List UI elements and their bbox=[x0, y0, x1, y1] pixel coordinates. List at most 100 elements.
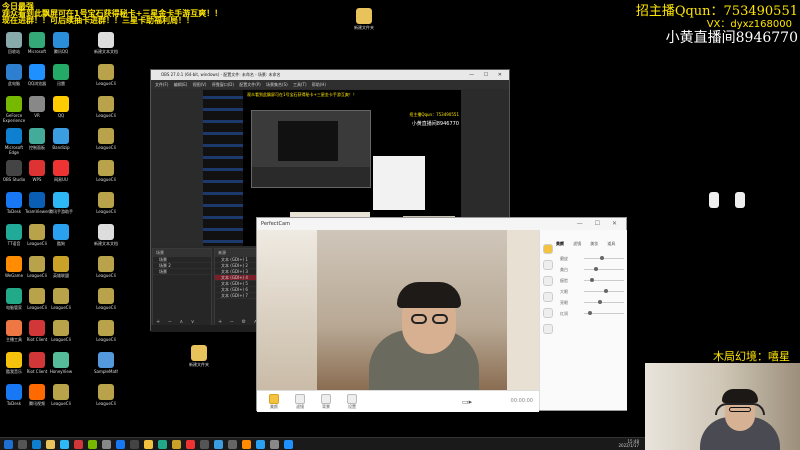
desktop-icon[interactable]: LeagueCli bbox=[25, 288, 49, 322]
slider-knob[interactable] bbox=[604, 289, 608, 293]
desktop-icon[interactable]: LeagueCli bbox=[94, 128, 118, 162]
edge-icon[interactable] bbox=[32, 440, 41, 449]
search-icon[interactable] bbox=[18, 440, 27, 449]
obs-menu-bar[interactable]: 文件(F) 编辑(E) 视图(V) 停靠窗口(D) 配置文件(P) 场景集合(S… bbox=[151, 80, 509, 89]
desktop-icon[interactable]: GeForce Experience bbox=[2, 96, 26, 130]
tab-props[interactable]: 道具 bbox=[605, 238, 617, 250]
desktop-icon[interactable]: TeamViewer bbox=[25, 192, 49, 226]
desktop-icon[interactable]: 腾讯视频 bbox=[25, 384, 49, 418]
camera-taskbar-icon[interactable] bbox=[144, 440, 153, 449]
desktop-icon[interactable]: LeagueCli bbox=[94, 256, 118, 290]
desktop-icon[interactable]: 此电脑 bbox=[2, 64, 26, 98]
window-controls[interactable]: — ☐ ✕ bbox=[469, 70, 506, 80]
desktop-file-3[interactable] bbox=[728, 192, 752, 226]
desktop-icon[interactable]: LeagueCli bbox=[49, 320, 73, 354]
slider-row[interactable]: 红润 bbox=[560, 311, 624, 316]
desktop-icon[interactable]: 控制面板 bbox=[25, 128, 49, 162]
desktop-icon[interactable]: LeagueCli bbox=[94, 384, 118, 418]
desktop-icon[interactable]: 迅雷 bbox=[49, 64, 73, 98]
desktop-icon[interactable]: Bandizip bbox=[49, 128, 73, 162]
taskbar-app-icon[interactable] bbox=[116, 440, 125, 449]
taskbar-app-icon[interactable] bbox=[186, 440, 195, 449]
rail-beauty-icon[interactable] bbox=[543, 244, 553, 254]
scenes-dock[interactable]: 场景 场景 场景 2 场景 + − ∧ ∨ bbox=[152, 248, 212, 328]
desktop-folder[interactable]: 新建文件夹 bbox=[187, 345, 211, 379]
taskbar-app-icon[interactable] bbox=[256, 440, 265, 449]
desktop-icon[interactable]: 酷我音乐 bbox=[2, 352, 26, 386]
tab-makeup[interactable]: 美妆 bbox=[588, 238, 600, 250]
taskbar-app-icon[interactable] bbox=[214, 440, 223, 449]
slider-row[interactable]: 亮眼 bbox=[560, 300, 624, 305]
slider-knob[interactable] bbox=[600, 256, 604, 260]
desktop-icon[interactable]: Microsoft Edge bbox=[2, 128, 26, 162]
desktop-icon[interactable]: 主播工具 bbox=[2, 320, 26, 354]
slider-row[interactable]: 瘦脸 bbox=[560, 278, 624, 283]
desktop-icon[interactable]: WPS bbox=[25, 160, 49, 194]
taskbar-app-icon[interactable] bbox=[270, 440, 279, 449]
video-camera-icon[interactable]: ▭▸ bbox=[462, 398, 472, 406]
desktop-icon[interactable]: Riot Client bbox=[25, 320, 49, 354]
windows-start-icon[interactable] bbox=[4, 440, 13, 449]
tab-beauty[interactable]: 美颜 bbox=[554, 238, 566, 250]
desktop-icon[interactable]: 电脑管家 bbox=[2, 288, 26, 322]
taskbar-app-icon[interactable] bbox=[60, 440, 69, 449]
desktop-icon[interactable]: ToDesk bbox=[2, 384, 26, 418]
slider-knob[interactable] bbox=[598, 300, 602, 304]
beauty-button[interactable]: 美颜 bbox=[261, 394, 287, 410]
desktop-icon[interactable]: LeagueCli bbox=[94, 192, 118, 226]
desktop-icon[interactable]: QQ bbox=[49, 96, 73, 130]
desktop-file-2[interactable] bbox=[702, 192, 726, 226]
desktop-icon[interactable]: WeGame bbox=[2, 256, 26, 290]
taskbar-app-icon[interactable] bbox=[88, 440, 97, 449]
slider-knob[interactable] bbox=[588, 311, 592, 315]
rail-makeup-icon[interactable] bbox=[543, 276, 553, 286]
league-icon[interactable] bbox=[172, 440, 181, 449]
slider-row[interactable]: 磨皮 bbox=[560, 256, 624, 261]
background-button[interactable]: 背景 bbox=[313, 394, 339, 410]
taskbar-app-icon[interactable] bbox=[284, 440, 293, 449]
taskbar-app-icon[interactable] bbox=[228, 440, 237, 449]
rail-settings-icon[interactable] bbox=[543, 324, 553, 334]
desktop-icon[interactable]: OBS Studio bbox=[2, 160, 26, 194]
taskbar-app-icon[interactable] bbox=[102, 440, 111, 449]
filter-button[interactable]: 滤镜 bbox=[287, 394, 313, 410]
obs-taskbar-icon[interactable] bbox=[130, 440, 139, 449]
slider-knob[interactable] bbox=[590, 278, 594, 282]
explorer-icon[interactable] bbox=[46, 440, 55, 449]
desktop-folder-top[interactable]: 新建文件夹 bbox=[352, 8, 376, 42]
desktop-icon[interactable]: SampleMath bbox=[94, 352, 118, 386]
desktop-icon[interactable]: 新建文本文档 bbox=[94, 224, 118, 258]
tab-filter[interactable]: 滤镜 bbox=[571, 238, 583, 250]
desktop-icon[interactable]: LeagueCli bbox=[25, 224, 49, 258]
desktop-icon[interactable]: LeagueCli bbox=[94, 320, 118, 354]
slider-knob[interactable] bbox=[594, 267, 598, 271]
desktop-icon[interactable]: TT语音 bbox=[2, 224, 26, 258]
rail-background-icon[interactable] bbox=[543, 308, 553, 318]
desktop-icon[interactable]: QQ浏览器 bbox=[25, 64, 49, 98]
rail-sticker-icon[interactable] bbox=[543, 292, 553, 302]
window-controls[interactable]: — ☐ ✕ bbox=[577, 218, 622, 230]
taskbar-app-icon[interactable] bbox=[158, 440, 167, 449]
desktop-icon[interactable]: LeagueCli bbox=[49, 288, 73, 322]
desktop-icon[interactable]: 腾讯QQ bbox=[49, 32, 73, 66]
desktop-icon[interactable]: 新建文本文档 bbox=[94, 32, 118, 66]
desktop-icon[interactable]: ToDesk bbox=[2, 192, 26, 226]
desktop-icon[interactable]: LeagueCli bbox=[49, 384, 73, 418]
slider-row[interactable]: 大眼 bbox=[560, 289, 624, 294]
desktop-icon[interactable]: Microsoft bbox=[25, 32, 49, 66]
desktop-icon[interactable]: Riot Client bbox=[25, 352, 49, 386]
desktop-icon[interactable]: 英雄联盟 bbox=[49, 256, 73, 290]
taskbar-app-icon[interactable] bbox=[200, 440, 209, 449]
desktop-icon[interactable]: 回收站 bbox=[2, 32, 26, 66]
desktop-icon[interactable]: LeagueCli bbox=[94, 288, 118, 322]
desktop-icon[interactable]: VR bbox=[25, 96, 49, 130]
desktop-icon[interactable]: LeagueCli bbox=[94, 64, 118, 98]
obs-title-bar[interactable]: OBS 27.0.1 (64-bit, windows) - 配置文件: 未命名… bbox=[151, 70, 509, 80]
slider-row[interactable]: 美白 bbox=[560, 267, 624, 272]
camera-app-window[interactable]: PerfectCam — ☐ ✕ 美颜 滤镜 背景 设置 ▭▸ 00:00:00… bbox=[256, 217, 627, 412]
taskbar-clock[interactable]: 15:48 2022/1/17 bbox=[618, 440, 639, 448]
desktop-icon[interactable]: LeagueCli bbox=[94, 96, 118, 130]
taskbar-app-icon[interactable] bbox=[242, 440, 251, 449]
desktop-icon[interactable]: LeagueCli bbox=[94, 160, 118, 194]
desktop-icon[interactable]: 酷狗 bbox=[49, 224, 73, 258]
